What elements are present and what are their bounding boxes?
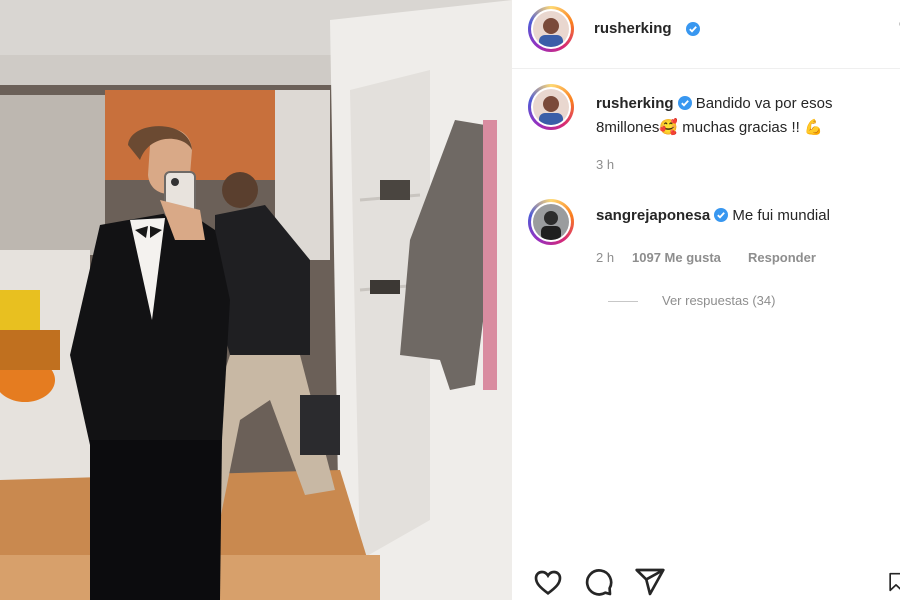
smiling-hearts-emoji: 🥰	[659, 119, 679, 136]
comment-time[interactable]: 2 h	[596, 250, 614, 265]
post-header: rusherking ·	[512, 0, 900, 69]
caption-time[interactable]: 3 h	[596, 157, 614, 172]
action-bar	[512, 560, 900, 600]
comment-username[interactable]: sangrejaponesa	[596, 207, 710, 224]
view-replies-button[interactable]: Ver respuestas (34)	[608, 293, 775, 308]
instagram-post-view: rusherking · rusherking Bandido va por e…	[0, 0, 900, 600]
comment-text: Me fui mundial	[732, 207, 830, 224]
verified-badge-icon	[714, 208, 729, 222]
mirror-selfie-image	[0, 0, 512, 600]
verified-badge-icon	[686, 22, 700, 36]
bookmark-icon[interactable]	[886, 566, 900, 598]
verified-badge-icon	[677, 96, 692, 110]
author-avatar[interactable]	[528, 6, 574, 52]
post-photo[interactable]	[0, 0, 512, 600]
caption-username[interactable]: rusherking	[596, 95, 674, 112]
view-replies-label: Ver respuestas (34)	[662, 293, 776, 308]
caption-avatar[interactable]	[528, 84, 574, 130]
flexed-biceps-emoji: 💪	[803, 119, 823, 136]
reply-button[interactable]: Responder	[748, 250, 816, 265]
caption-text-part2: muchas gracias !!	[682, 119, 800, 136]
comment-icon[interactable]	[582, 566, 614, 598]
comment: sangrejaponesa Me fui mundial	[596, 206, 830, 226]
post-side-panel: rusherking · rusherking Bandido va por e…	[512, 0, 900, 600]
replies-divider	[608, 301, 638, 303]
post-caption: rusherking Bandido va por esos 8millones…	[596, 92, 886, 140]
share-icon[interactable]	[634, 566, 666, 598]
author-username[interactable]: rusherking	[594, 20, 672, 37]
comment-likes[interactable]: 1097 Me gusta	[632, 250, 721, 265]
commenter-avatar[interactable]	[528, 199, 574, 245]
heart-icon[interactable]	[532, 566, 564, 598]
